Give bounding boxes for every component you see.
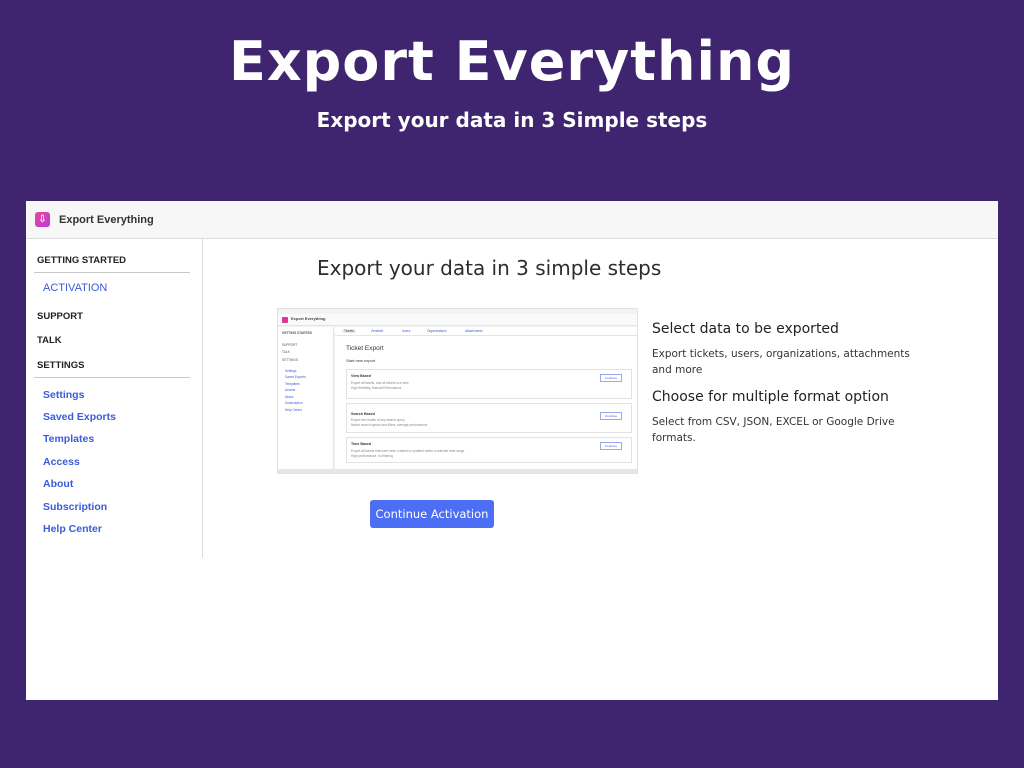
preview-subheading: Start new export: [346, 358, 376, 363]
sidebar: GETTING STARTED ACTIVATION SUPPORT TALK …: [26, 239, 203, 558]
app-name: Export Everything: [59, 213, 154, 226]
feature-text: Select from CSV, JSON, EXCEL or Google D…: [652, 416, 895, 444]
preview-tab: Attachments: [465, 329, 483, 333]
preview-topbar: Export Everything: [278, 314, 637, 326]
preview-card-desc: Export all tickets that have been create…: [351, 449, 465, 453]
preview-side-item: SUPPORT: [282, 343, 298, 347]
preview-tab: Organizations: [427, 329, 447, 333]
preview-app-name: Export Everything: [291, 316, 326, 321]
preview-side-item: GETTING STARTED: [282, 331, 312, 335]
preview-card-desc: Native search syntax and filters, averag…: [351, 423, 428, 427]
preview-screenshot: Export Everything GETTING STARTED SUPPOR…: [277, 308, 638, 474]
continue-activation-button[interactable]: Continue Activation: [370, 500, 494, 528]
preview-sidebar: GETTING STARTED SUPPORT TALK SETTINGS Se…: [278, 327, 334, 469]
sidebar-item-about[interactable]: About: [43, 478, 73, 490]
preview-card-desc: High flexibility, Natural Performance: [351, 386, 402, 390]
sidebar-item-talk[interactable]: TALK: [37, 335, 62, 346]
preview-card: View Based Export all tickets, and all t…: [346, 369, 632, 399]
preview-side-item: TALK: [282, 350, 290, 354]
feature-heading: Select data to be exported: [652, 321, 839, 337]
preview-logo-icon: [282, 317, 288, 323]
download-icon: ⇩: [35, 212, 50, 227]
hero-subtitle: Export your data in 3 Simple steps: [316, 108, 708, 132]
preview-side-item: Settings: [285, 369, 297, 373]
app-topbar: ⇩ Export Everything: [26, 201, 998, 239]
preview-side-item: Saved Exports: [285, 375, 306, 379]
preview-card-button: Continue: [600, 374, 622, 382]
preview-card-title: View Based: [351, 374, 371, 378]
preview-tab: Users: [402, 329, 411, 333]
preview-card-title: Time Based: [351, 442, 372, 446]
feature-heading: Choose for multiple format option: [652, 389, 889, 405]
sidebar-item-activation[interactable]: ACTIVATION: [43, 282, 107, 294]
page-title: Export your data in 3 simple steps: [317, 256, 662, 280]
hero-title: Export Everything: [228, 30, 796, 93]
preview-heading: Ticket Export: [346, 345, 384, 352]
preview-card: Time Based Export all tickets that have …: [346, 437, 632, 463]
sidebar-item-help-center[interactable]: Help Center: [43, 523, 102, 535]
preview-tab: Zendesk: [371, 329, 384, 333]
preview-tab: Tickets: [342, 329, 356, 333]
preview-side-item: Subscription: [285, 401, 303, 405]
sidebar-item-subscription[interactable]: Subscription: [43, 501, 107, 513]
preview-card-desc: Export all tickets, and all tickets in a…: [351, 381, 409, 385]
preview-side-item: Help Center: [285, 408, 303, 412]
preview-side-item: Templates: [285, 382, 300, 386]
preview-card-desc: High performance, no filtering: [351, 454, 393, 458]
sidebar-item-access[interactable]: Access: [43, 456, 80, 468]
sidebar-item-settings[interactable]: Settings: [43, 389, 84, 401]
app-window: ⇩ Export Everything GETTING STARTED ACTI…: [26, 201, 998, 700]
preview-tabs: Tickets Zendesk Users Organizations Atta…: [335, 327, 637, 336]
sidebar-heading-getting-started: GETTING STARTED: [37, 255, 127, 266]
sidebar-item-templates[interactable]: Templates: [43, 433, 94, 445]
preview-card-desc: Export the results of any search query: [351, 418, 405, 422]
sidebar-divider: [34, 377, 190, 378]
preview-main: Tickets Zendesk Users Organizations Atta…: [335, 327, 637, 469]
sidebar-heading-settings: SETTINGS: [37, 360, 85, 371]
preview-side-item: Access: [285, 388, 296, 392]
preview-side-item: About: [285, 395, 294, 399]
preview-card-button: Continue: [600, 412, 622, 420]
feature-text: Export tickets, users, organizations, at…: [652, 348, 910, 376]
preview-bottom-bar: [278, 469, 637, 473]
preview-card-button: Continue: [600, 442, 622, 450]
preview-card-title: Search Based: [351, 412, 375, 416]
sidebar-item-support[interactable]: SUPPORT: [37, 311, 83, 322]
sidebar-divider: [34, 272, 190, 273]
preview-card: Search Based Export the results of any s…: [346, 403, 632, 433]
sidebar-item-saved-exports[interactable]: Saved Exports: [43, 411, 116, 423]
preview-side-item: SETTINGS: [282, 358, 298, 362]
